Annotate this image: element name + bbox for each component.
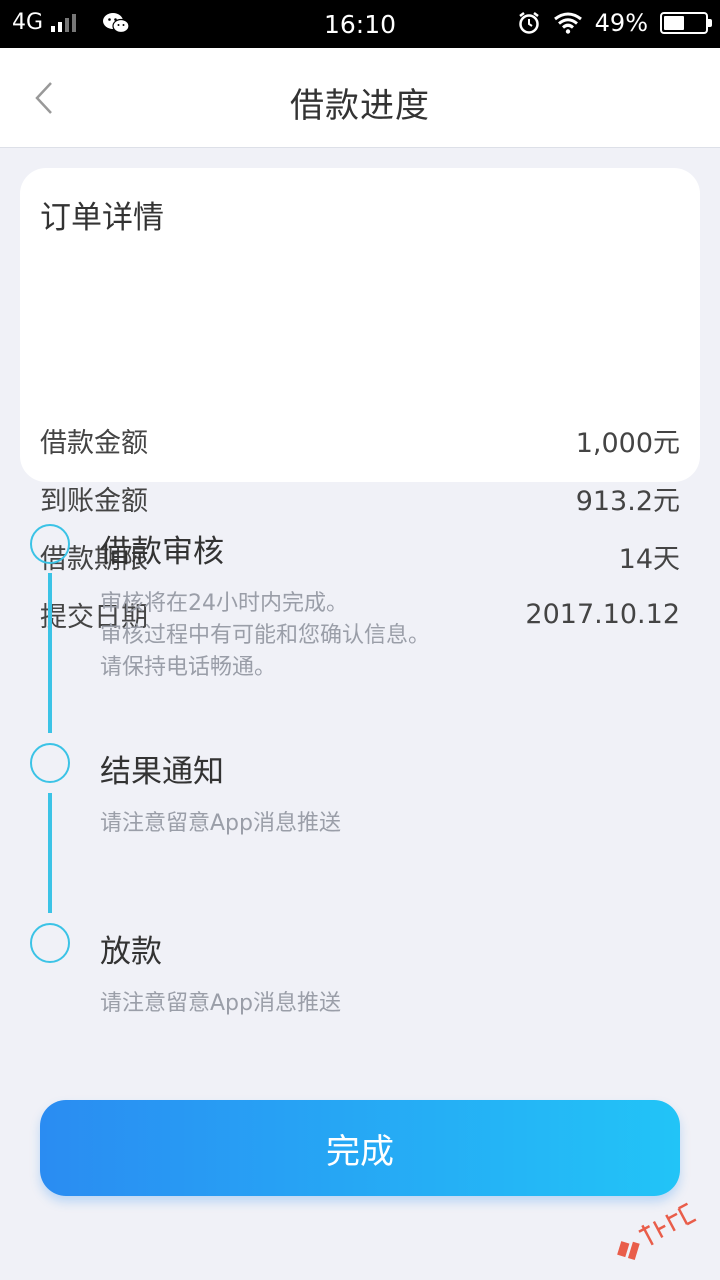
row-label: 借款金额 (40, 427, 148, 459)
battery-icon (660, 12, 712, 34)
page-title: 借款进度 (290, 86, 430, 126)
row-value: 2017.10.12 (525, 598, 680, 630)
step-title-review: 借款审核 (100, 534, 224, 570)
alarm-icon (518, 12, 539, 34)
step-desc-line: 请保持电话畅通。 (100, 655, 277, 680)
step-indicator (30, 524, 70, 564)
done-button[interactable]: 完成 (40, 1100, 680, 1196)
row-value: 14天 (618, 543, 680, 575)
status-bar: 4G 16:10 49% (0, 0, 720, 48)
step-desc-line: 审核过程中有可能和您确认信息。 (100, 623, 431, 648)
watermark-logo (617, 1202, 697, 1261)
step-connector (48, 573, 52, 733)
nav-bar: 借款进度 (0, 48, 720, 148)
row-value: 1,000元 (575, 427, 680, 459)
step-indicator (30, 923, 70, 963)
step-title-notice: 结果通知 (100, 754, 224, 790)
step-indicator (30, 743, 70, 783)
wifi-icon (553, 12, 582, 34)
step-desc-notice: 请注意留意App消息推送 (100, 808, 341, 840)
row-value: 913.2元 (575, 485, 680, 517)
order-row-received: 到账金额 913.2元 (40, 478, 680, 518)
battery-percent: 49% (594, 9, 648, 37)
step-desc-line: 审核将在24小时内完成。 (100, 591, 348, 616)
row-label: 到账金额 (40, 485, 148, 517)
order-card-title: 订单详情 (40, 200, 164, 236)
step-desc-disburse: 请注意留意App消息推送 (100, 988, 341, 1020)
order-row-amount: 借款金额 1,000元 (40, 420, 680, 460)
step-desc-line: 请注意留意App消息推送 (100, 811, 341, 836)
step-title-disburse: 放款 (100, 934, 162, 970)
order-details-card: 订单详情 借款金额 1,000元 到账金额 913.2元 借款期限 14天 提交… (20, 168, 700, 633)
step-connector (48, 793, 52, 913)
status-right: 49% (517, 9, 712, 37)
step-desc-line: 请注意留意App消息推送 (100, 991, 341, 1016)
step-desc-review: 审核将在24小时内完成。 审核过程中有可能和您确认信息。 请保持电话畅通。 (100, 588, 430, 684)
